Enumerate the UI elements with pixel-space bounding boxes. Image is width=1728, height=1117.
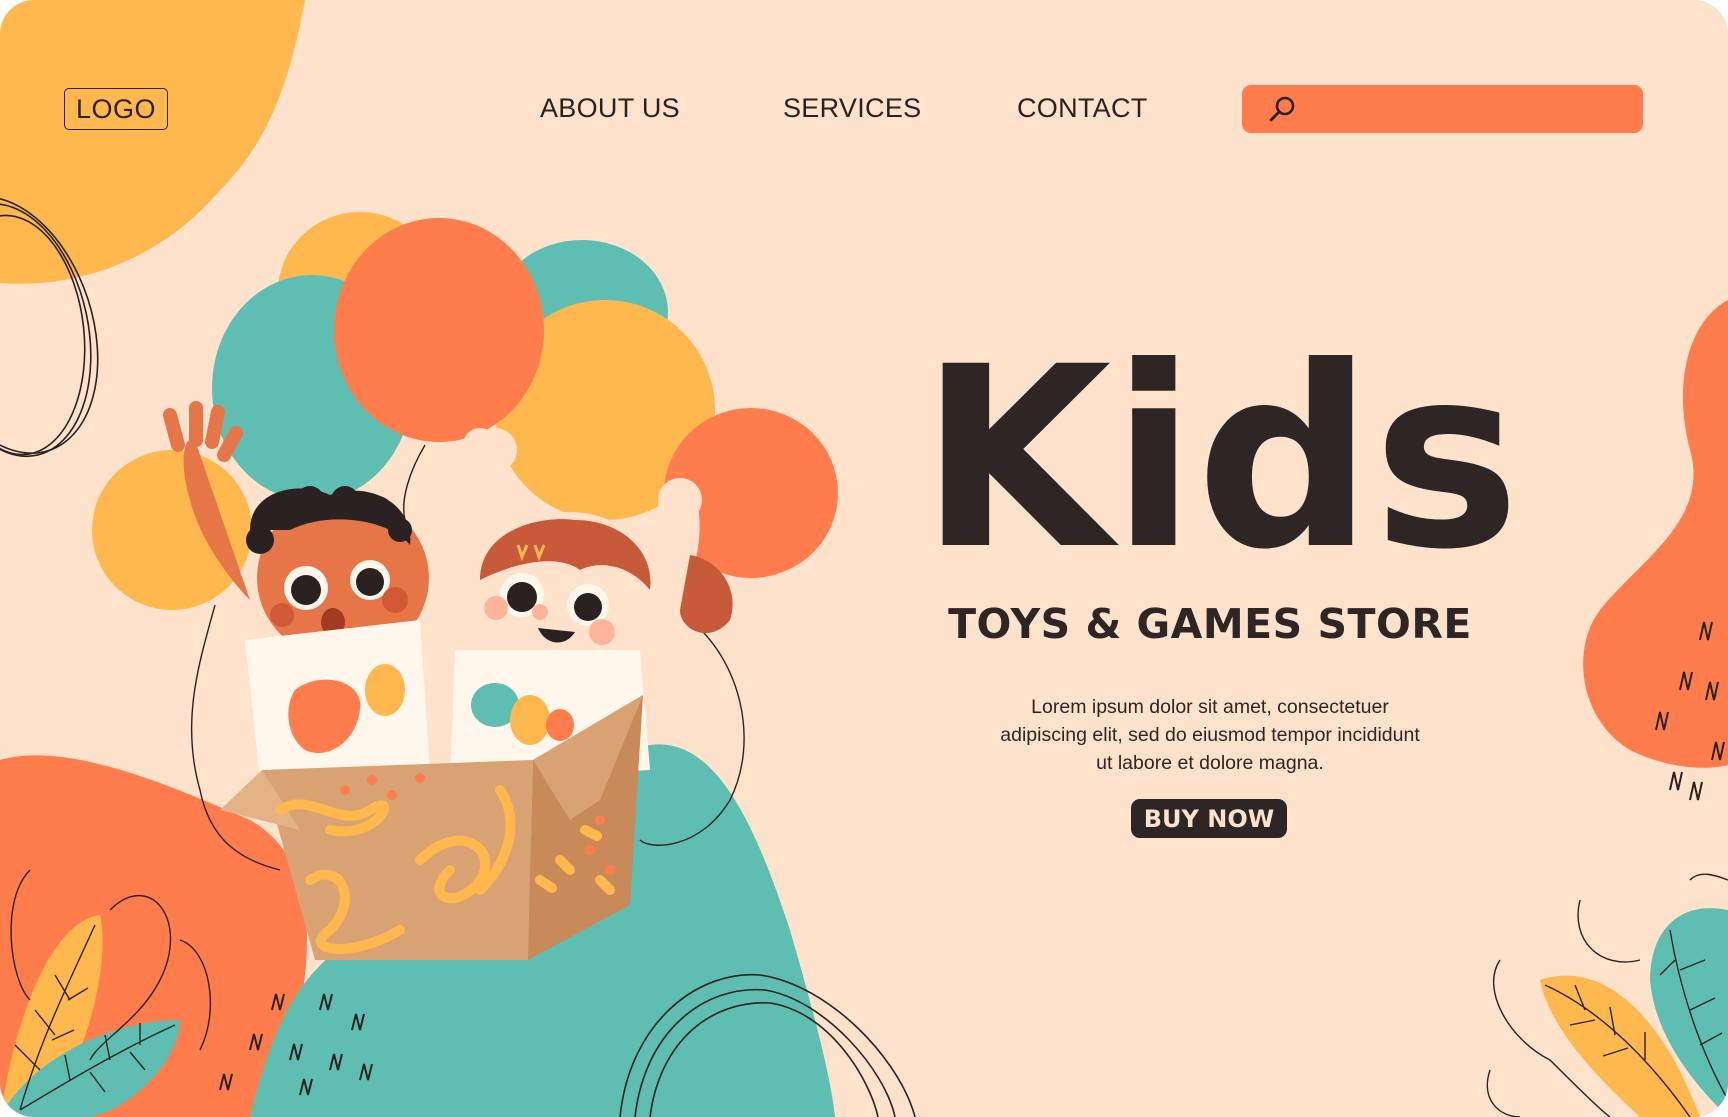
- yellow-blob-top-left: [0, 0, 305, 284]
- svg-text:Kids: Kids: [920, 330, 1520, 600]
- search-bar[interactable]: [1242, 85, 1643, 135]
- logo[interactable]: LOGO: [64, 88, 168, 130]
- landing-page: LOGO ABOUT US SERVICES CONTACT Kids TOYS…: [0, 0, 1728, 1117]
- hero-subtitle: TOYS & GAMES STORE: [948, 600, 1472, 648]
- search-icon[interactable]: [1266, 93, 1298, 125]
- nav-contact[interactable]: CONTACT: [1017, 93, 1148, 124]
- hero-description: Lorem ipsum dolor sit amet, consectetuer…: [1000, 696, 1420, 774]
- nav-about-us[interactable]: ABOUT US: [540, 93, 680, 124]
- search-input[interactable]: [1306, 85, 1630, 135]
- leaves-bottom-right: [1486, 873, 1728, 1117]
- kids-title: Kids: [920, 330, 1520, 600]
- buy-now-button[interactable]: BUY NOW: [1131, 799, 1287, 838]
- nav-services[interactable]: SERVICES: [783, 93, 921, 124]
